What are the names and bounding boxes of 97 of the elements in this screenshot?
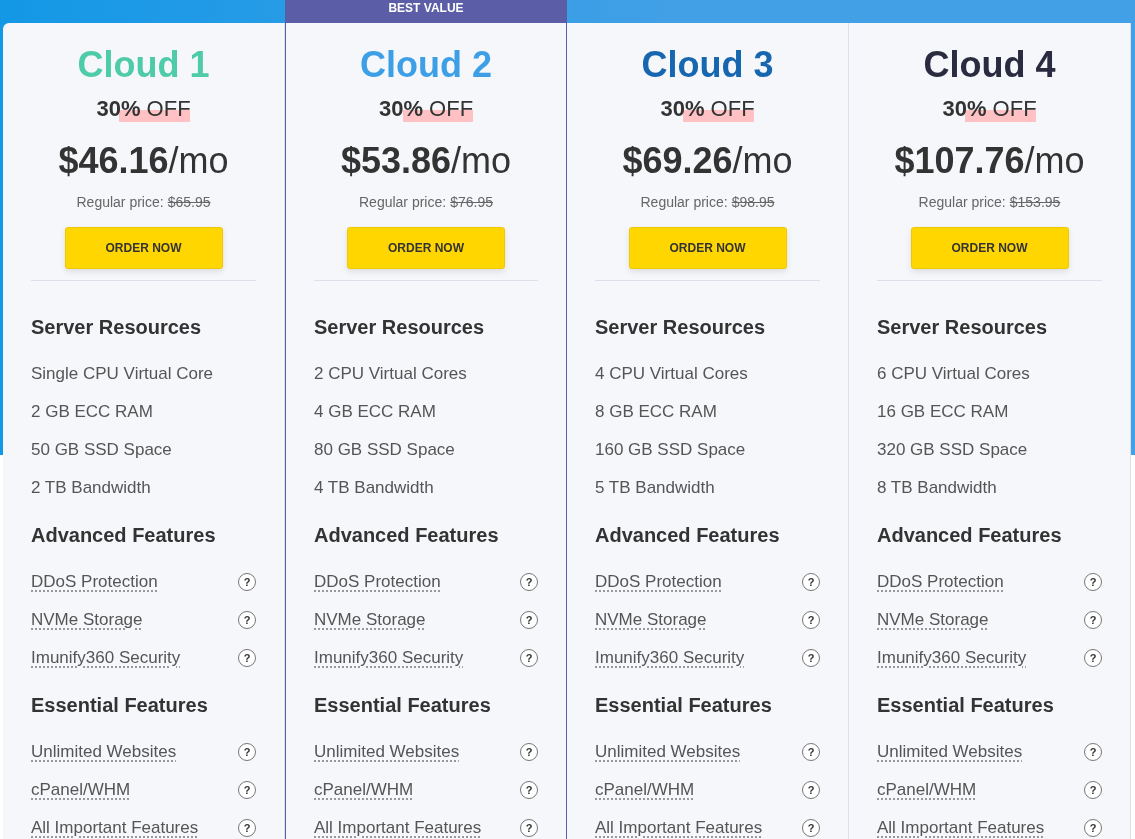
help-icon[interactable]: ? [238,649,256,667]
order-now-button[interactable]: ORDER NOW [628,227,787,269]
regular-price: $76.95 [450,193,493,212]
regular-price: $98.95 [731,193,775,212]
regular-price-label: Regular price: [76,193,164,212]
section-heading: Server Resources [31,315,203,340]
help-icon[interactable]: ? [520,781,538,799]
feature-text: 5 TB Bandwidth [595,478,715,498]
feature-link[interactable]: NVMe Storage [314,610,426,630]
feature-link[interactable]: Unlimited Websites [595,742,741,762]
section-heading: Server Resources [595,315,767,340]
feature-text: 320 GB SSD Space [877,440,1028,460]
help-icon[interactable]: ? [802,649,820,667]
feature-text: 4 TB Bandwidth [314,478,434,498]
help-icon[interactable]: ? [1084,649,1102,667]
section-heading: Advanced Features [595,523,781,548]
help-icon[interactable]: ? [1084,743,1102,761]
help-icon[interactable]: ? [802,819,820,837]
help-icon[interactable]: ? [520,649,538,667]
help-icon[interactable]: ? [520,819,538,837]
regular-price-label: Regular price: [359,193,447,212]
feature-text: 8 TB Bandwidth [877,478,997,498]
help-icon[interactable]: ? [802,611,820,629]
section-heading: Essential Features [314,693,492,718]
section-heading: Server Resources [314,315,486,340]
help-icon[interactable]: ? [238,743,256,761]
feature-text: 4 GB ECC RAM [314,402,436,422]
feature-link[interactable]: DDoS Protection [31,572,158,592]
feature-link[interactable]: Unlimited Websites [877,742,1023,762]
help-icon[interactable]: ? [802,781,820,799]
help-icon[interactable]: ? [1084,781,1102,799]
feature-link[interactable]: cPanel/WHM [877,780,977,800]
help-icon[interactable]: ? [238,819,256,837]
plan-price: $53.86/mo [340,139,512,183]
feature-link[interactable]: cPanel/WHM [595,780,695,800]
regular-price-label: Regular price: [640,193,728,212]
order-now-button[interactable]: ORDER NOW [64,227,223,269]
feature-link[interactable]: All Important Features [31,818,199,838]
help-icon[interactable]: ? [238,573,256,591]
regular-price-label: Regular price: [918,193,1006,212]
best-value-banner: BEST VALUE [285,0,567,23]
feature-text: 2 CPU Virtual Cores [314,364,467,384]
feature-link[interactable]: cPanel/WHM [314,780,414,800]
feature-text: Single CPU Virtual Core [31,364,214,384]
order-now-button[interactable]: ORDER NOW [910,227,1069,269]
help-icon[interactable]: ? [238,781,256,799]
feature-link[interactable]: DDoS Protection [595,572,722,592]
section-heading: Server Resources [877,315,1049,340]
section-heading: Essential Features [877,693,1055,718]
section-heading: Advanced Features [314,523,500,548]
section-heading: Essential Features [595,693,773,718]
feature-link[interactable]: All Important Features [314,818,482,838]
plan-name: Cloud 4 [923,43,1056,87]
help-icon[interactable]: ? [1084,573,1102,591]
plan-name: Cloud 2 [360,43,492,87]
feature-link[interactable]: Imunify360 Security [314,648,464,668]
feature-text: 4 CPU Virtual Cores [595,364,748,384]
feature-link[interactable]: Unlimited Websites [31,742,177,762]
help-icon[interactable]: ? [520,743,538,761]
section-heading: Advanced Features [877,523,1063,548]
feature-text: 16 GB ECC RAM [877,402,1009,422]
feature-link[interactable]: NVMe Storage [31,610,143,630]
feature-link[interactable]: Imunify360 Security [595,648,745,668]
help-icon[interactable]: ? [802,573,820,591]
feature-link[interactable]: DDoS Protection [314,572,441,592]
plan-price: $107.76/mo [894,139,1085,183]
help-icon[interactable]: ? [802,743,820,761]
plan-price: $69.26/mo [622,139,793,183]
help-icon[interactable]: ? [1084,611,1102,629]
feature-link[interactable]: Unlimited Websites [314,742,460,762]
regular-price: $65.95 [167,193,211,212]
plan-name: Cloud 1 [77,43,210,87]
feature-link[interactable]: cPanel/WHM [31,780,131,800]
feature-text: 160 GB SSD Space [595,440,746,460]
feature-link[interactable]: NVMe Storage [595,610,707,630]
help-icon[interactable]: ? [520,573,538,591]
feature-link[interactable]: DDoS Protection [877,572,1004,592]
order-now-button[interactable]: ORDER NOW [347,227,505,269]
regular-price: $153.95 [1009,193,1061,212]
feature-text: 6 CPU Virtual Cores [877,364,1030,384]
help-icon[interactable]: ? [520,611,538,629]
feature-text: 2 TB Bandwidth [31,478,151,498]
plan-price: $46.16/mo [58,139,229,183]
feature-link[interactable]: All Important Features [877,818,1045,838]
feature-link[interactable]: NVMe Storage [877,610,989,630]
feature-text: 80 GB SSD Space [314,440,455,460]
help-icon[interactable]: ? [238,611,256,629]
feature-link[interactable]: All Important Features [595,818,763,838]
section-heading: Advanced Features [31,523,217,548]
feature-link[interactable]: Imunify360 Security [877,648,1027,668]
feature-link[interactable]: Imunify360 Security [31,648,181,668]
feature-text: 8 GB ECC RAM [595,402,717,422]
help-icon[interactable]: ? [1084,819,1102,837]
section-heading: Essential Features [31,693,209,718]
feature-text: 2 GB ECC RAM [31,402,153,422]
plan-name: Cloud 3 [641,43,774,87]
feature-text: 50 GB SSD Space [31,440,172,460]
